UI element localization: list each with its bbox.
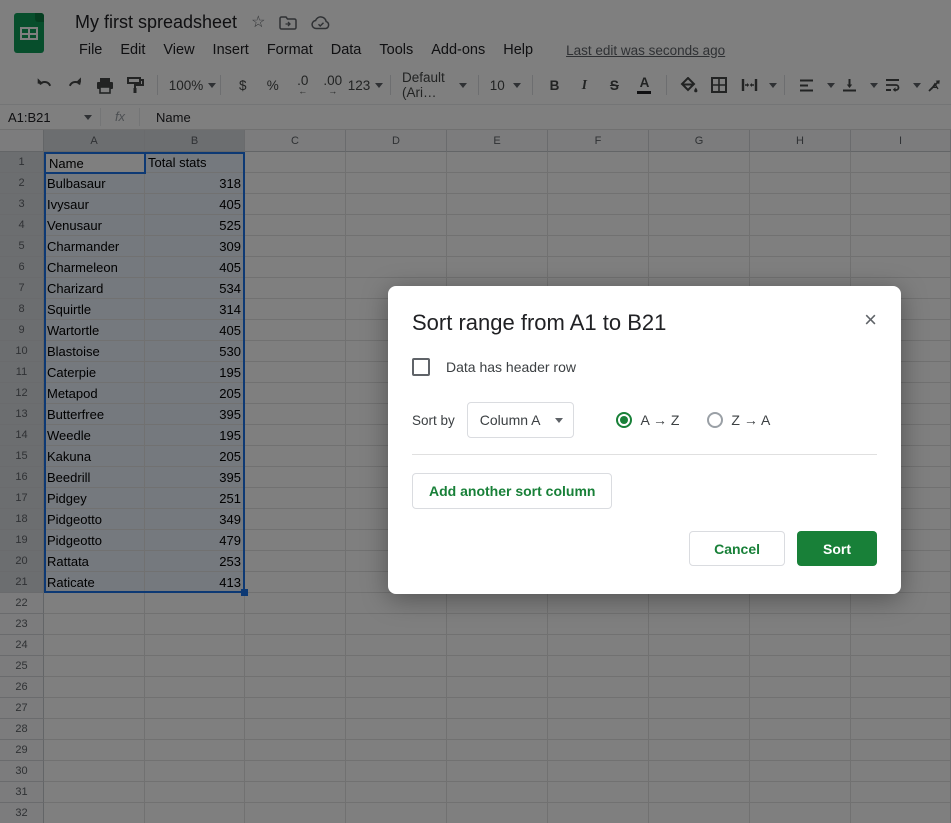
add-sort-column-button[interactable]: Add another sort column	[412, 473, 613, 509]
sort-column-select[interactable]: Column A	[466, 402, 575, 438]
radio-selected-icon	[616, 412, 633, 428]
sort-button[interactable]: Sort	[797, 531, 877, 566]
dialog-title: Sort range from A1 to B21	[412, 310, 667, 335]
close-icon[interactable]: ×	[864, 309, 877, 331]
radio-unselected-icon	[707, 412, 724, 428]
google-sheets-app: My first spreadsheet ☆ File Edit View In…	[0, 0, 951, 823]
radio-z-to-a[interactable]: Z → A	[707, 412, 770, 428]
sort-range-dialog: Sort range from A1 to B21 × Data has hea…	[388, 286, 901, 594]
dialog-divider	[412, 454, 877, 455]
radio-a-to-z[interactable]: A → Z	[616, 412, 679, 428]
header-row-checkbox-label[interactable]: Data has header row	[446, 359, 576, 375]
cancel-button[interactable]: Cancel	[689, 531, 785, 566]
chevron-down-icon	[555, 417, 564, 423]
sort-by-label: Sort by	[412, 412, 455, 428]
header-row-checkbox[interactable]	[412, 358, 430, 376]
